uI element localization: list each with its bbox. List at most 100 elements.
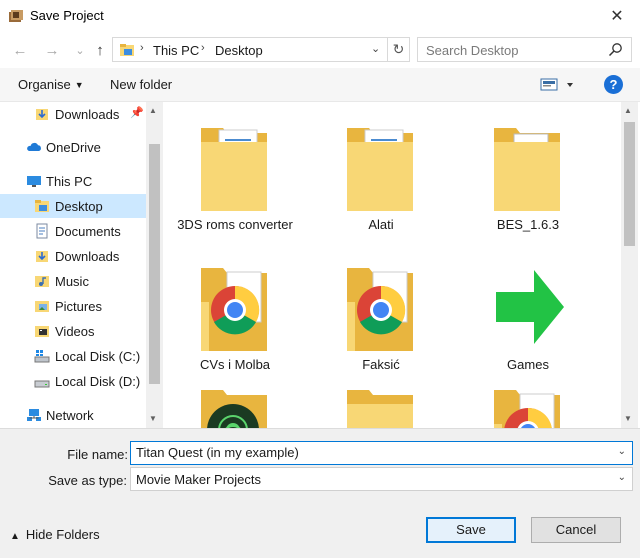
folder-docs-icon (201, 128, 267, 211)
caret-down-icon: ▼ (74, 80, 84, 90)
sidebar-item-label: Documents (55, 224, 121, 239)
up-button[interactable]: ↑ (90, 40, 110, 60)
sidebar-item-videos[interactable]: Videos (0, 319, 146, 343)
scroll-up-icon[interactable]: ▲ (149, 106, 157, 115)
sidebar-item-documents[interactable]: Documents (0, 219, 146, 243)
sidebar-item-downloads[interactable]: Downloads (0, 244, 146, 268)
file-list: 3DS roms converter Alati BES_1.6.3 CVs i Mo… (163, 102, 621, 428)
documents-icon (36, 223, 48, 239)
file-name-field[interactable]: Titan Quest (in my example) ⌄ (130, 441, 633, 465)
sidebar-item-local-disk-d[interactable]: Local Disk (D:) (0, 369, 146, 393)
breadcrumb-desktop[interactable]: Desktop (215, 43, 263, 58)
folder-chrome-icon (494, 390, 560, 428)
sidebar-item-onedrive[interactable]: OneDrive (0, 135, 146, 159)
desktop-folder-icon (120, 44, 134, 56)
chevron-down-icon[interactable]: ⌄ (618, 446, 626, 457)
scrollbar-thumb[interactable] (149, 144, 160, 384)
save-as-type-value: Movie Maker Projects (136, 472, 261, 487)
folder-item[interactable]: Alati (321, 110, 441, 232)
navigation-pane-scrollbar[interactable]: ▲ ▼ (146, 102, 163, 428)
close-button[interactable]: ✕ (594, 0, 640, 32)
sidebar-item-network[interactable]: Network (0, 403, 146, 427)
chevron-down-icon: ⌄ (617, 472, 626, 483)
sidebar-item-local-disk-c[interactable]: Local Disk (C:) (0, 344, 146, 368)
chevron-down-icon: ⌄ (75, 44, 85, 57)
save-as-type-label: Save as type: (48, 473, 127, 488)
folder-item[interactable] (468, 372, 588, 428)
file-list-scrollbar[interactable]: ▲ ▼ (621, 102, 638, 428)
folder-docs-icon (347, 128, 413, 211)
pin-icon: 📌 (130, 107, 144, 119)
folder-item[interactable]: Faksić (321, 250, 441, 372)
scrollbar-thumb[interactable] (624, 122, 635, 246)
breadcrumb-this-pc[interactable]: This PC (153, 43, 199, 58)
sidebar-item-desktop[interactable]: Desktop (0, 194, 146, 218)
forward-button[interactable]: → (42, 40, 62, 60)
address-bar[interactable]: › This PC › Desktop ⌄ (112, 37, 388, 62)
search-input[interactable]: Search Desktop (426, 43, 519, 58)
sidebar-item-downloads[interactable]: Downloads 📌 (0, 102, 146, 126)
sidebar-item-music[interactable]: Music (0, 269, 146, 293)
music-icon (35, 276, 49, 287)
folder-item[interactable]: CVs i Molba (175, 250, 295, 372)
organise-label: Organise (18, 77, 71, 92)
back-arrow-icon: ← (12, 41, 28, 59)
scroll-down-icon[interactable]: ▼ (149, 414, 157, 423)
sidebar-item-label: Downloads (55, 249, 120, 264)
folder-item[interactable] (321, 372, 441, 428)
sidebar-item-label: Videos (55, 324, 95, 339)
address-dropdown-icon[interactable]: ⌄ (371, 42, 380, 55)
save-button[interactable]: Save (426, 517, 516, 543)
downloads-icon (36, 251, 48, 262)
refresh-icon: ↻ (392, 41, 405, 57)
organise-button[interactable]: Organise ▼ (18, 77, 84, 92)
pictures-icon (35, 301, 49, 312)
sidebar-item-label: Local Disk (D:) (55, 374, 141, 389)
item-name: BES_1.6.3 (496, 217, 560, 232)
new-folder-button[interactable]: New folder (110, 77, 172, 92)
item-name: Games (507, 357, 549, 372)
help-button[interactable]: ? (604, 75, 623, 94)
sidebar-item-label: Pictures (55, 299, 102, 314)
folder-item[interactable]: 3DS roms converter (175, 110, 295, 232)
refresh-button[interactable]: ↻ (388, 37, 410, 62)
shortcut-item[interactable]: Games (468, 250, 588, 372)
change-view-button[interactable] (540, 77, 576, 96)
window-title: Save Project (30, 8, 104, 23)
file-name-value: Titan Quest (in my example) (136, 445, 299, 460)
sidebar-item-label: Network (46, 408, 94, 423)
recent-locations-button[interactable]: ⌄ (70, 40, 90, 60)
item-name: CVs i Molba (199, 357, 271, 372)
hide-folders-label: Hide Folders (25, 527, 100, 542)
this-pc-icon (27, 176, 41, 187)
navigation-pane: Downloads 📌 OneDrive This PC Desktop Document… (0, 102, 146, 428)
scroll-down-icon[interactable]: ▼ (624, 414, 632, 423)
folder-item[interactable] (175, 372, 295, 428)
folder-plain-icon (347, 390, 413, 428)
sidebar-item-pictures[interactable]: Pictures (0, 294, 146, 318)
folder-fingerprint-icon (201, 390, 267, 428)
save-as-type-select[interactable]: Movie Maker Projects ⌄ (130, 467, 633, 491)
sidebar-item-this-pc[interactable]: This PC (0, 169, 146, 193)
movie-maker-app-icon (9, 10, 23, 22)
hide-folders-button[interactable]: ▲ Hide Folders (10, 527, 100, 542)
sidebar-item-label: Music (55, 274, 89, 289)
up-arrow-icon: ↑ (96, 41, 104, 59)
drive-icon (34, 380, 50, 388)
breadcrumb-separator: › (140, 42, 144, 54)
back-button[interactable]: ← (10, 40, 30, 60)
scroll-up-icon[interactable]: ▲ (624, 106, 632, 115)
caret-up-icon: ▲ (10, 531, 20, 542)
cancel-button[interactable]: Cancel (531, 517, 621, 543)
item-name: Alati (368, 217, 394, 232)
folder-chrome-icon (201, 268, 267, 351)
search-box[interactable]: Search Desktop (417, 37, 632, 62)
file-name-label: File name: (67, 447, 128, 462)
folder-item[interactable]: BES_1.6.3 (468, 110, 588, 232)
search-icon (608, 43, 622, 57)
close-icon: ✕ (610, 8, 624, 25)
sidebar-item-label: OneDrive (46, 140, 101, 155)
item-name: Faksić (362, 357, 400, 372)
title-bar: Save Project ✕ (0, 0, 640, 32)
folder-chrome-icon (347, 268, 413, 351)
